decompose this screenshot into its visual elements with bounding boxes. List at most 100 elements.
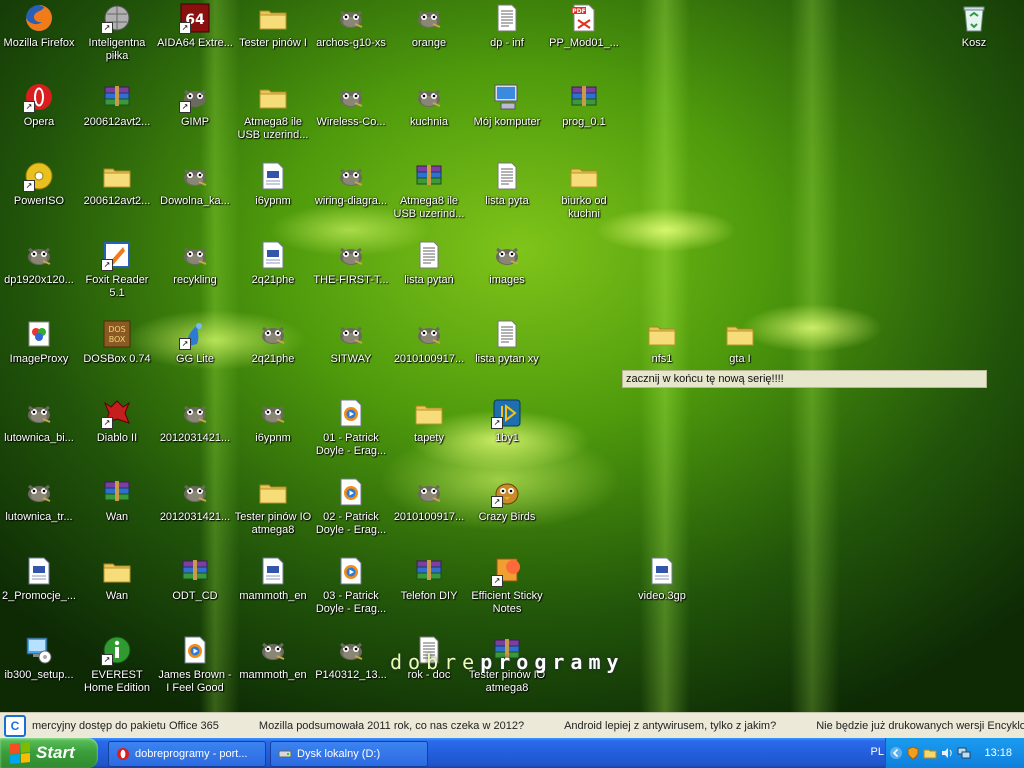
desktop-icon[interactable]: ↗ Foxit Reader 5.1 [78,239,156,300]
desktop-icon[interactable]: 02 - Patrick Doyle - Erag... [312,476,390,537]
desktop-icon[interactable]: Atmega8 ile USB uzerind... [390,160,468,221]
desktop-icon[interactable]: ↗ 1by1 [468,397,546,445]
desktop-icon-label: Mój komputer [473,116,541,128]
desktop-icon[interactable]: archos-g10-xs [312,2,390,50]
network-icon[interactable] [957,746,971,760]
desktop-icon[interactable]: ↗ Inteligentna piłka [78,2,156,63]
desktop-icon[interactable]: 2010100917... [390,476,468,524]
gimp-image-icon [257,634,289,666]
desktop-icon[interactable]: James Brown - I Feel Good [156,634,234,695]
ticker-item[interactable]: Nie będzie już drukowanych wersji Encykl… [816,720,1024,732]
shortcut-arrow-icon: ↗ [491,496,503,508]
desktop-icon[interactable]: 2012031421... [156,397,234,445]
tray-expand-icon[interactable] [889,746,903,760]
desktop-icon[interactable]: images [468,239,546,287]
desktop-icon[interactable]: prog_0.1 [545,81,623,129]
task-button-drive[interactable]: Dysk lokalny (D:) [270,741,428,767]
desktop-icon[interactable]: Mozilla Firefox [0,2,78,50]
desktop-icon[interactable]: ↗ Opera [0,81,78,129]
desktop-icon[interactable]: 2q21phe [234,239,312,287]
desktop-icon[interactable]: dp1920x120... [0,239,78,287]
dosbox-icon: DOS BOX [101,318,133,350]
desktop-icon[interactable]: biurko od kuchni [545,160,623,221]
desktop-icon[interactable]: dp - inf [468,2,546,50]
clock[interactable]: 13:18 [984,747,1012,759]
desktop-icon[interactable]: wiring-diagra... [312,160,390,208]
desktop-icon[interactable]: P140312_13... [312,634,390,682]
ticker-logo-icon[interactable]: C [4,715,26,737]
desktop-icon[interactable]: lista pytań [390,239,468,287]
desktop-icon[interactable]: nfs1 [623,318,701,366]
desktop-icon[interactable]: kuchnia [390,81,468,129]
desktop-icon[interactable]: recykling [156,239,234,287]
desktop-icon[interactable]: 2_Promocje_... [0,555,78,603]
desktop[interactable]: Mozilla Firefox ↗ Opera ↗ PowerISO dp1920x120… [0,0,1024,712]
ticker-item[interactable]: Android lepiej z antywirusem, tylko z ja… [564,720,776,732]
desktop-icon[interactable]: Dowolna_ka... [156,160,234,208]
language-indicator[interactable]: PL [871,746,884,758]
ticker-item[interactable]: mercyjny dostęp do pakietu Office 365 [32,720,219,732]
desktop-icon[interactable]: mammoth_en [234,634,312,682]
desktop-icon[interactable]: ↗ Crazy Birds [468,476,546,524]
desktop-icon[interactable]: 2010100917... [390,318,468,366]
desktop-icon[interactable]: lutownica_bi... [0,397,78,445]
volume-icon[interactable] [940,746,954,760]
wallpaper-logo-light: dobre [390,650,481,674]
winrar-archive-icon [101,81,133,113]
desktop-icon[interactable]: Kosz [935,2,1013,50]
gimp-icon: ↗ [179,81,211,113]
desktop-icon[interactable]: THE-FIRST-T... [312,239,390,287]
news-ticker[interactable]: C mercyjny dostęp do pakietu Office 365 … [0,712,1024,739]
desktop-icon[interactable]: lista pyta [468,160,546,208]
desktop-icon[interactable]: ImageProxy [0,318,78,366]
ticker-item[interactable]: Mozilla podsumowała 2011 rok, co nas cze… [259,720,524,732]
desktop-icon[interactable]: ODT_CD [156,555,234,603]
desktop-icon[interactable]: Wan [78,555,156,603]
desktop-icon[interactable]: PDF PP_Mod01_... [545,2,623,50]
desktop-icon[interactable]: 64 ↗ AIDA64 Extre... [156,2,234,50]
shortcut-arrow-icon: ↗ [23,101,35,113]
desktop-icon[interactable]: mammoth_en [234,555,312,603]
task-button-opera[interactable]: dobreprogramy - port... [108,741,266,767]
desktop-icon[interactable]: ↗ GIMP [156,81,234,129]
desktop-icon[interactable]: tapety [390,397,468,445]
desktop-icon[interactable]: Tester pinów IO atmega8 [234,476,312,537]
start-button[interactable]: Start [0,738,98,768]
desktop-icon[interactable]: i6ypnm [234,397,312,445]
desktop-icon[interactable]: ib300_setup... [0,634,78,682]
desktop-icon[interactable]: 200612avt2... [78,160,156,208]
desktop-icon[interactable]: Wireless-Co... [312,81,390,129]
desktop-icon[interactable]: lista pytan xy [468,318,546,366]
desktop-icon[interactable]: 01 - Patrick Doyle - Erag... [312,397,390,458]
desktop-icon[interactable]: 2012031421... [156,476,234,524]
desktop-icon[interactable]: Tester pinów I [234,2,312,50]
desktop-icon-label: i6ypnm [255,195,291,207]
desktop-icon[interactable]: 2q21phe [234,318,312,366]
text-document-icon [491,160,523,192]
desktop-icon-label: mammoth_en [239,590,307,602]
desktop-icon[interactable]: Atmega8 ile USB uzerind... [234,81,312,142]
desktop-icon-label: 2010100917... [393,353,465,365]
desktop-icon[interactable]: Wan [78,476,156,524]
desktop-icon-label: 200612avt2... [83,116,151,128]
desktop-icon[interactable]: lutownica_tr... [0,476,78,524]
folder-tray-icon[interactable] [923,746,937,760]
drive-icon [278,750,292,758]
desktop-icon[interactable]: orange [390,2,468,50]
desktop-icon[interactable]: video.3gp [623,555,701,603]
desktop-icon[interactable]: DOS BOX DOSBox 0.74 [78,318,156,366]
desktop-icon[interactable]: ↗ EVEREST Home Edition [78,634,156,695]
desktop-icon[interactable]: 03 - Patrick Doyle - Erag... [312,555,390,616]
desktop-icon[interactable]: i6ypnm [234,160,312,208]
desktop-icon[interactable]: ↗ Efficient Sticky Notes [468,555,546,616]
desktop-icon[interactable]: 200612avt2... [78,81,156,129]
desktop-icon[interactable]: Telefon DIY [390,555,468,603]
desktop-icon[interactable]: ↗ Diablo II [78,397,156,445]
desktop-icon[interactable]: ↗ PowerISO [0,160,78,208]
desktop-icon[interactable]: gta I [701,318,779,366]
sticky-note[interactable]: zacznij w końcu tę nową serię!!!! [622,370,987,388]
desktop-icon[interactable]: ↗ GG Lite [156,318,234,366]
desktop-icon[interactable]: Mój komputer [468,81,546,129]
desktop-icon[interactable]: SITWAY [312,318,390,366]
security-shield-icon[interactable] [906,746,920,760]
